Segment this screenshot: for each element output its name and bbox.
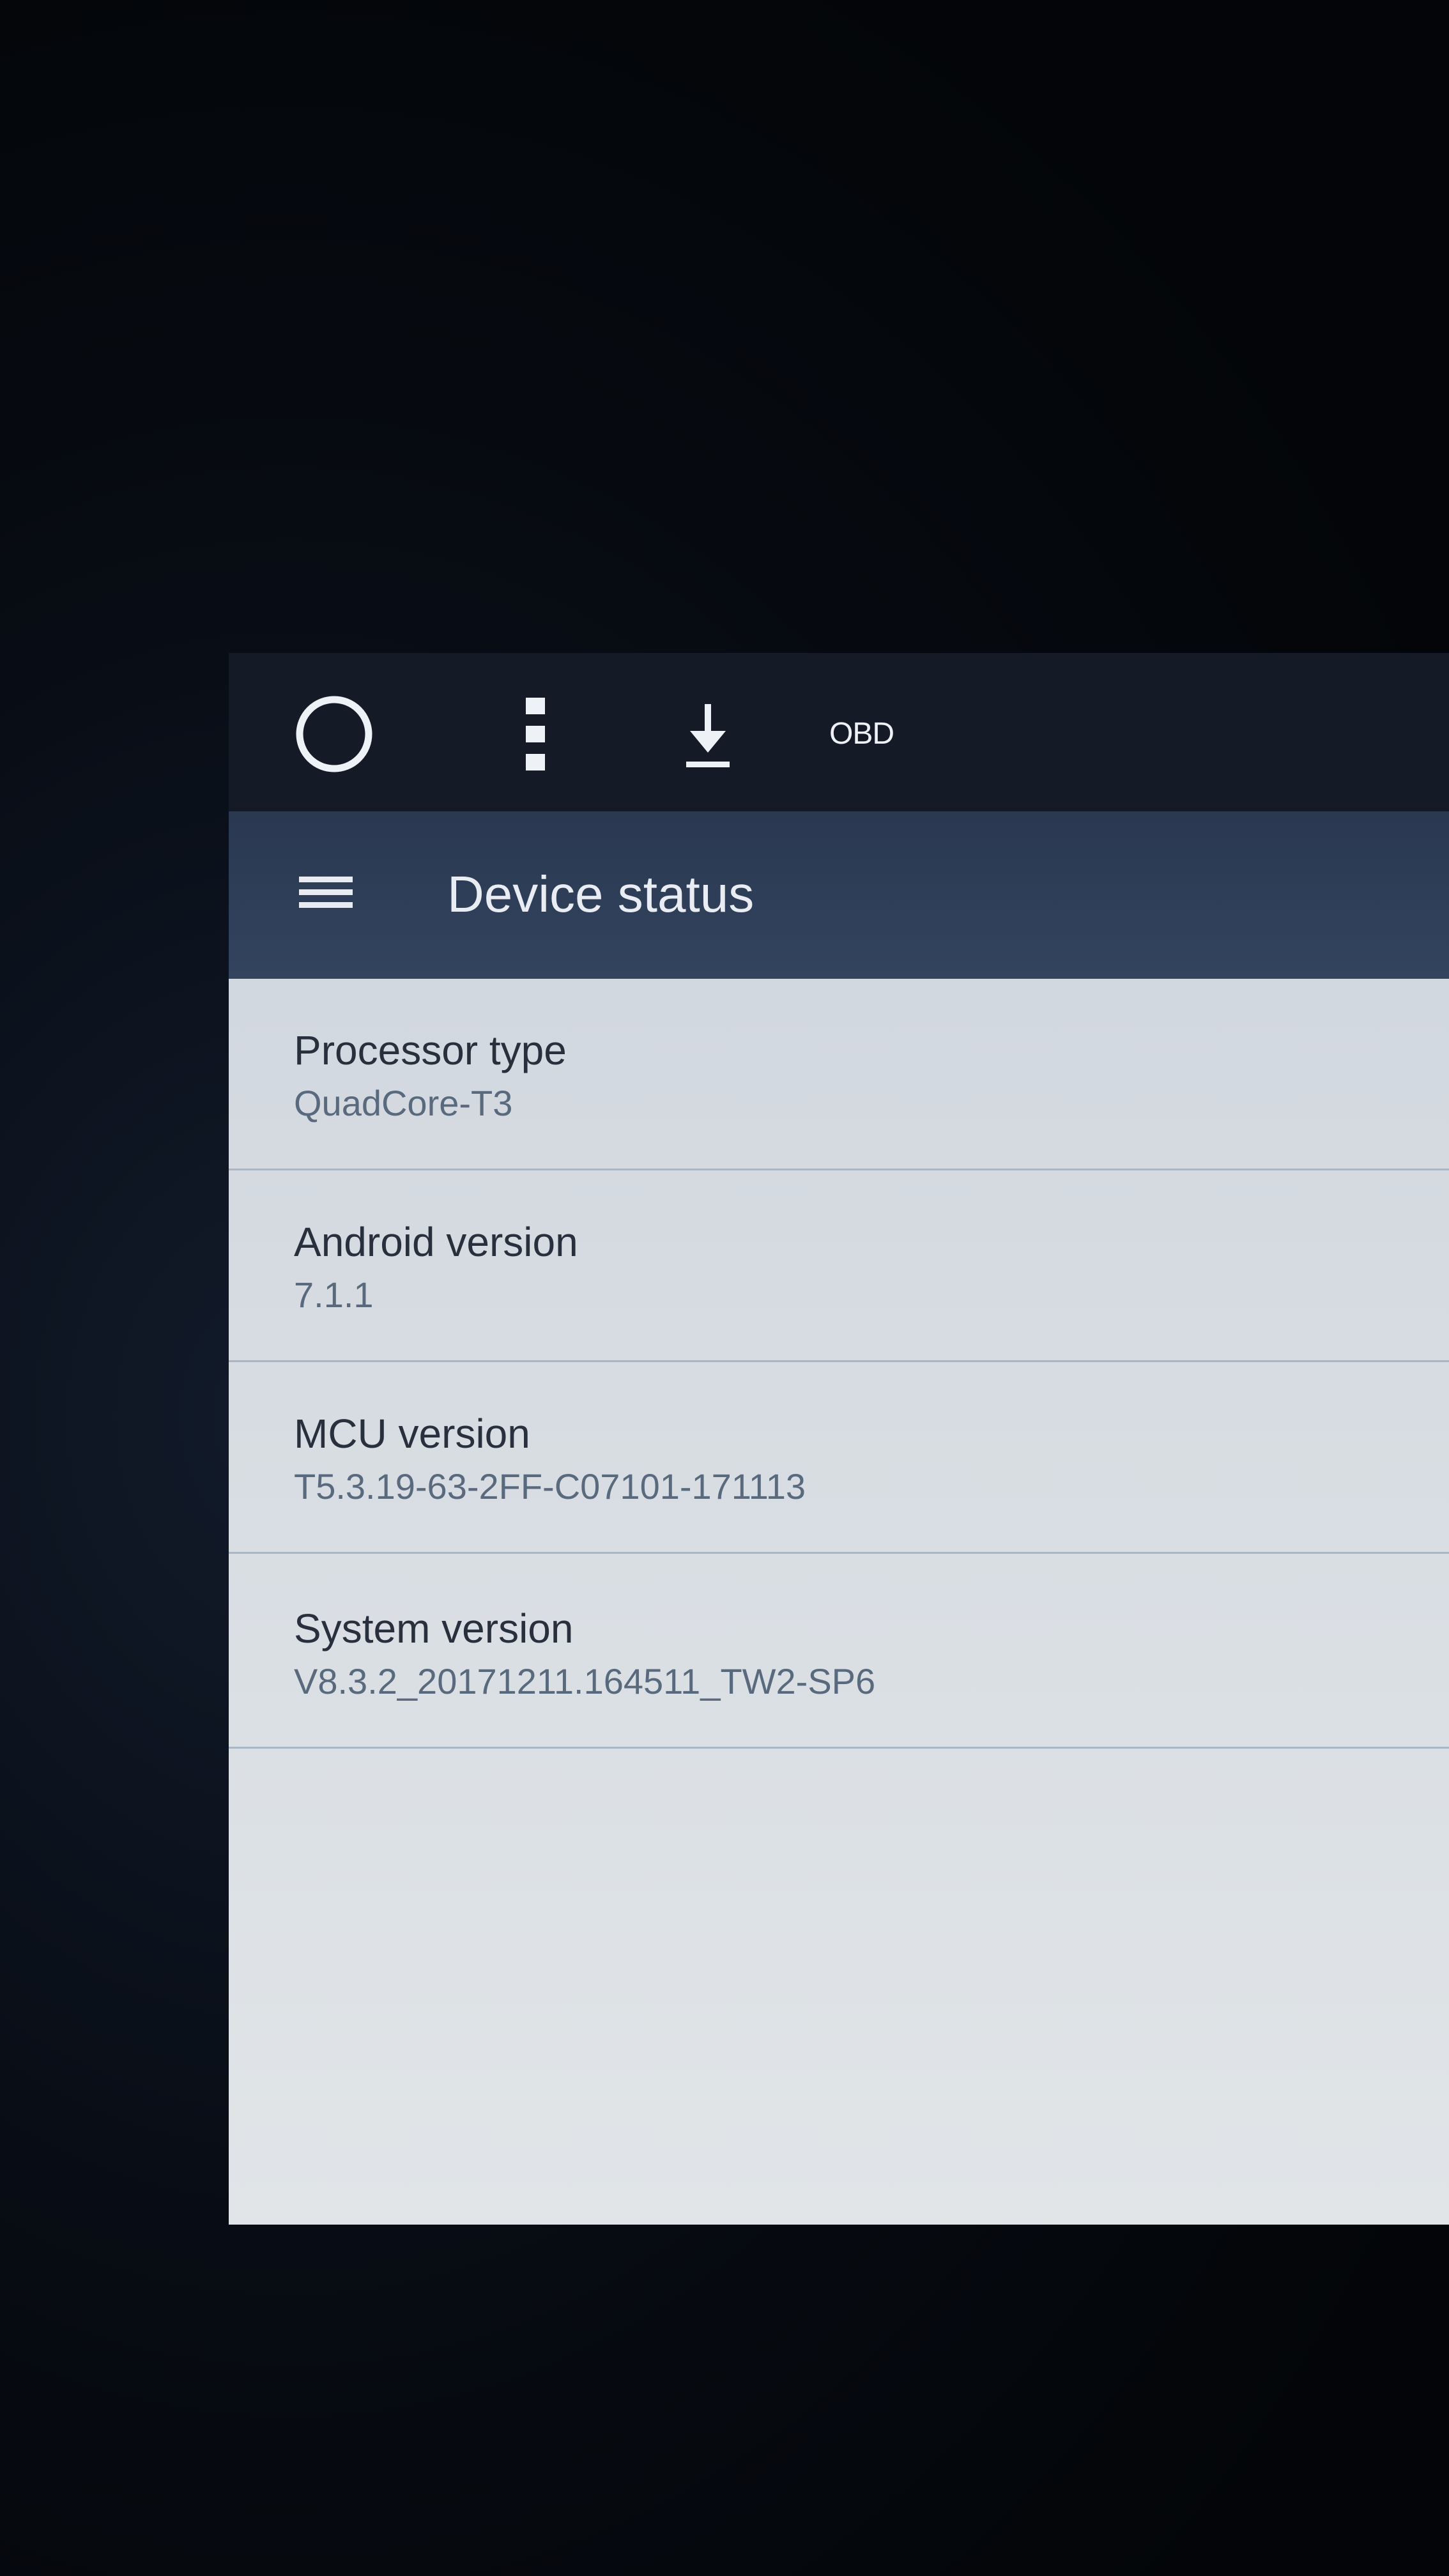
obd-button[interactable]: OBD (829, 712, 919, 756)
list-item-processor-type[interactable]: Processor type QuadCore-T3 (229, 979, 1449, 1170)
download-arrow-icon[interactable] (676, 698, 740, 774)
list-item-value: T5.3.19-63-2FF-C07101-171113 (294, 1466, 806, 1506)
list-item-value: QuadCore-T3 (294, 1083, 513, 1123)
list-item-value: V8.3.2_20171211.164511_TW2-SP6 (294, 1661, 876, 1701)
list-item-title: MCU version (294, 1411, 530, 1457)
app-bar: Device status (229, 811, 1449, 979)
list-item-title: Android version (294, 1219, 578, 1265)
list-item-android-version[interactable]: Android version 7.1.1 (229, 1170, 1449, 1362)
list-item-value: 7.1.1 (294, 1275, 374, 1315)
status-bar: OBD (229, 653, 1449, 811)
screen: OBD Device status Processor type QuadCor… (229, 653, 1449, 2225)
page-title: Device status (447, 866, 755, 923)
list-item-system-version[interactable]: System version V8.3.2_20171211.164511_TW… (229, 1557, 1449, 1749)
list-item-mcu-version[interactable]: MCU version T5.3.19-63-2FF-C07101-171113 (229, 1362, 1449, 1554)
list-item-title: Processor type (294, 1027, 567, 1073)
hamburger-menu-icon[interactable] (299, 873, 353, 912)
vertical-dots-icon[interactable] (516, 693, 555, 776)
circle-home-icon[interactable] (293, 693, 376, 776)
device-status-list: Processor type QuadCore-T3 Android versi… (229, 979, 1449, 2225)
list-item-title: System version (294, 1606, 574, 1652)
